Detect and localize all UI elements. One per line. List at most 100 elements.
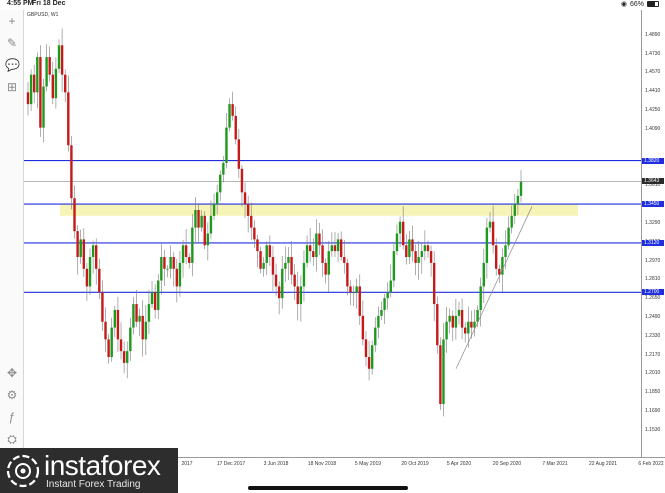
candle-body-41 xyxy=(153,292,157,310)
candle-body-102 xyxy=(343,257,346,263)
candle-body-52 xyxy=(188,257,191,263)
price-tick-label: 1.4570 xyxy=(645,69,661,76)
candle-body-90 xyxy=(305,245,309,263)
price-tick-label: 1.2490 xyxy=(645,314,661,321)
candle-body-92 xyxy=(312,251,315,258)
price-axis[interactable]: 1.4890 1.4730 1.4570 1.4410 1.4250 1.4090 1.36… xyxy=(641,10,665,457)
candle-body-112 xyxy=(374,327,377,346)
candle-body-15 xyxy=(73,198,76,232)
candle-body-0 xyxy=(26,92,30,105)
candle-body-111 xyxy=(370,345,374,369)
candle-body-126 xyxy=(417,257,420,263)
candle-body-57 xyxy=(203,215,206,246)
candle-body-7 xyxy=(48,57,51,75)
candle-body-136 xyxy=(448,315,451,322)
candle-body-147 xyxy=(482,262,485,287)
price-tick-label: 1.1530 xyxy=(645,426,661,433)
candle-body-17 xyxy=(79,239,82,258)
price-tick-label: 1.4090 xyxy=(645,125,661,132)
candle-body-89 xyxy=(302,262,306,287)
price-tick-label: 1.2010 xyxy=(645,370,661,377)
objects-icon[interactable]: ⛭ xyxy=(5,432,19,446)
candle-body-150 xyxy=(491,221,495,246)
watermark-tagline: Instant Forex Trading xyxy=(46,479,141,490)
candle-body-127 xyxy=(420,251,423,258)
crosshair-icon[interactable]: + xyxy=(5,14,19,28)
candle-body-56 xyxy=(200,215,203,228)
candle-body-88 xyxy=(299,286,303,305)
level-price-label: 1.3820 xyxy=(642,157,664,164)
candle-body-100 xyxy=(336,239,340,252)
chart-area[interactable] xyxy=(24,10,641,457)
candle-body-132 xyxy=(436,304,439,346)
comment-icon[interactable]: 💬 xyxy=(5,58,20,72)
candle-body-29 xyxy=(116,309,120,340)
candle-body-1 xyxy=(29,74,33,105)
candle-body-148 xyxy=(485,227,489,263)
home-indicator xyxy=(248,486,408,490)
candle-body-157 xyxy=(513,204,516,216)
candle-body-84 xyxy=(287,257,290,263)
level-price-label: 1.3450 xyxy=(642,201,664,208)
candle-body-68 xyxy=(237,139,241,169)
candle-body-105 xyxy=(352,292,355,294)
candle-body-74 xyxy=(256,239,259,252)
candle-body-4 xyxy=(39,57,42,128)
date-tick-label: 5 Apr 2020 xyxy=(446,461,472,467)
candle-body-35 xyxy=(135,304,138,322)
price-tick-label: 1.2970 xyxy=(645,257,661,264)
watermark: instaforex Instant Forex Trading xyxy=(0,448,178,493)
candle-body-65 xyxy=(228,104,231,128)
candle-body-8 xyxy=(51,74,55,99)
candle-body-121 xyxy=(401,221,405,246)
candle-body-80 xyxy=(274,274,278,287)
date-tick-label: 22 Aug 2021 xyxy=(588,461,618,467)
candle-body-49 xyxy=(178,262,182,287)
candle-body-110 xyxy=(367,357,371,369)
fx-icon[interactable]: ƒ xyxy=(5,410,19,424)
candle-body-141 xyxy=(463,327,467,334)
candle-body-137 xyxy=(451,315,454,328)
price-tick-label: 1.4250 xyxy=(645,106,661,113)
candle-body-2 xyxy=(33,74,36,93)
candle-body-47 xyxy=(172,257,175,269)
candle-body-19 xyxy=(85,268,89,287)
candle-body-87 xyxy=(296,286,299,305)
candle-body-28 xyxy=(113,309,117,328)
resistance-zone xyxy=(60,203,578,216)
candle-body-40 xyxy=(150,292,154,305)
candle-body-119 xyxy=(395,233,399,252)
price-tick-label: 1.2650 xyxy=(645,295,661,302)
candle-body-53 xyxy=(191,227,194,263)
candle-body-11 xyxy=(60,45,64,75)
price-tick-label: 1.3290 xyxy=(645,219,661,226)
candle-body-33 xyxy=(129,327,132,352)
candle-body-146 xyxy=(479,286,482,310)
candle-body-115 xyxy=(383,298,386,310)
candle-body-76 xyxy=(262,262,265,269)
candle-body-18 xyxy=(82,239,86,269)
candle-body-104 xyxy=(349,286,352,293)
wifi-icon: ◉ xyxy=(620,1,627,8)
candle-body-106 xyxy=(355,286,358,293)
candle-body-14 xyxy=(70,145,73,199)
settings-icon[interactable]: ⚙ xyxy=(5,388,19,402)
candle-body-145 xyxy=(476,309,479,322)
candle-body-73 xyxy=(253,227,256,240)
candle-body-133 xyxy=(439,345,442,405)
price-tick-label: 1.2810 xyxy=(645,276,661,283)
move-icon[interactable]: ✥ xyxy=(5,366,19,380)
candle-body-134 xyxy=(442,339,445,405)
chart-svg[interactable] xyxy=(24,10,641,457)
candle-body-103 xyxy=(346,262,349,287)
candle-body-50 xyxy=(181,245,185,263)
candle-body-125 xyxy=(414,251,417,263)
pencil-icon[interactable]: ✎ xyxy=(5,36,19,50)
level-price-label: 1.3120 xyxy=(642,239,664,246)
add-indicator-icon[interactable]: ⊞ xyxy=(5,80,19,94)
candle-body-66 xyxy=(231,104,234,116)
candle-body-54 xyxy=(194,209,197,228)
candle-body-64 xyxy=(225,127,228,163)
candle-body-3 xyxy=(36,57,39,93)
candle-body-5 xyxy=(42,86,45,128)
